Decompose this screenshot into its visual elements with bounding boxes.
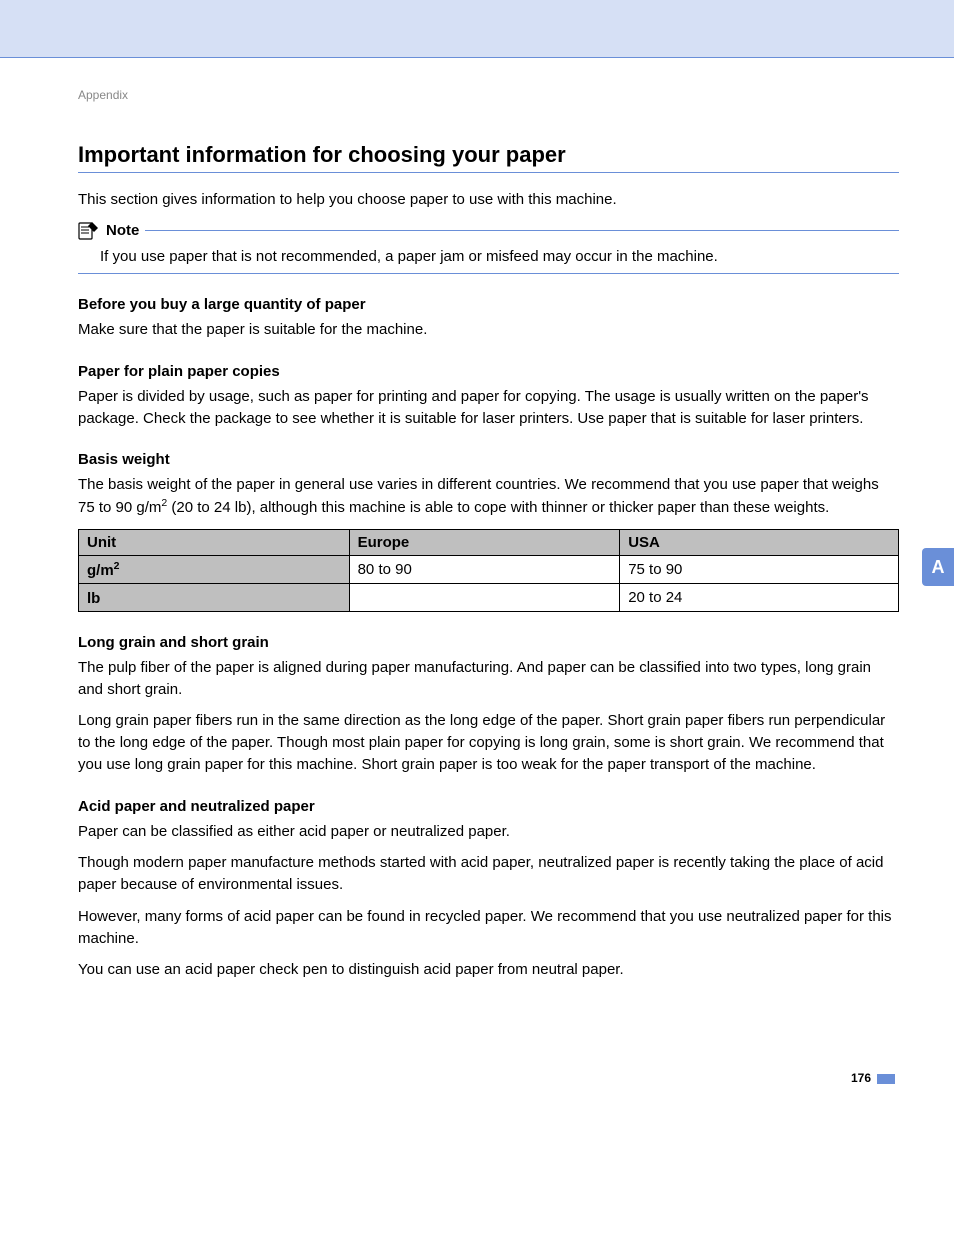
heading-acid: Acid paper and neutralized paper bbox=[78, 798, 899, 815]
cell-unit-gm2: g/m2 bbox=[79, 555, 350, 583]
text-grain-2: Long grain paper fibers run in the same … bbox=[78, 710, 899, 775]
table-row: lb 20 to 24 bbox=[79, 583, 899, 611]
cell-usa-lb: 20 to 24 bbox=[620, 583, 899, 611]
note-icon bbox=[78, 220, 100, 240]
note-label: Note bbox=[106, 222, 139, 239]
text-acid-1: Paper can be classified as either acid p… bbox=[78, 821, 899, 843]
note-body: If you use paper that is not recommended… bbox=[78, 240, 899, 274]
basis-weight-table: Unit Europe USA g/m2 80 to 90 75 to 90 l… bbox=[78, 529, 899, 612]
text-grain-1: The pulp fiber of the paper is aligned d… bbox=[78, 657, 899, 701]
th-usa: USA bbox=[620, 529, 899, 555]
intro-text: This section gives information to help y… bbox=[78, 189, 899, 210]
cell-europe-gm2: 80 to 90 bbox=[349, 555, 620, 583]
heading-grain: Long grain and short grain bbox=[78, 634, 899, 651]
text-acid-3: However, many forms of acid paper can be… bbox=[78, 906, 899, 950]
text-acid-2: Though modern paper manufacture methods … bbox=[78, 852, 899, 896]
heading-before-buy: Before you buy a large quantity of paper bbox=[78, 296, 899, 313]
page-title: Important information for choosing your … bbox=[78, 142, 899, 173]
text-before-buy: Make sure that the paper is suitable for… bbox=[78, 319, 899, 341]
th-unit: Unit bbox=[79, 529, 350, 555]
table-header-row: Unit Europe USA bbox=[79, 529, 899, 555]
header-bar bbox=[0, 0, 954, 58]
text-basis-weight: The basis weight of the paper in general… bbox=[78, 474, 899, 519]
page-content: Appendix Important information for choos… bbox=[0, 58, 954, 1125]
note-block: Note If you use paper that is not recomm… bbox=[78, 220, 899, 274]
text-plain-paper: Paper is divided by usage, such as paper… bbox=[78, 386, 899, 430]
th-europe: Europe bbox=[349, 529, 620, 555]
heading-basis-weight: Basis weight bbox=[78, 451, 899, 468]
text-acid-4: You can use an acid paper check pen to d… bbox=[78, 959, 899, 981]
breadcrumb: Appendix bbox=[78, 88, 899, 102]
text-bw-b: (20 to 24 lb), although this machine is … bbox=[167, 499, 829, 516]
cell-unit-lb: lb bbox=[79, 583, 350, 611]
table-row: g/m2 80 to 90 75 to 90 bbox=[79, 555, 899, 583]
page-number: 176 bbox=[78, 1071, 899, 1085]
cell-usa-gm2: 75 to 90 bbox=[620, 555, 899, 583]
heading-plain-paper: Paper for plain paper copies bbox=[78, 363, 899, 380]
note-rule bbox=[145, 230, 899, 231]
cell-europe-lb bbox=[349, 583, 620, 611]
section-tab[interactable]: A bbox=[922, 548, 954, 586]
